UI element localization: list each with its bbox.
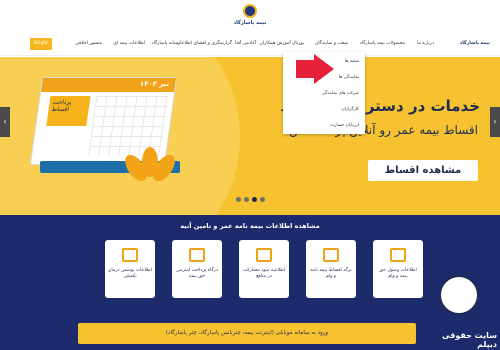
nav-item-academy[interactable]: آکادمی آفتا <box>235 41 256 46</box>
nav-item-products[interactable]: محصولات بیمه پاسارگاد <box>360 41 405 46</box>
nav-item-media[interactable]: رسانه پاسارگاد <box>152 41 180 46</box>
main-nav: بیمه پاسارگاد درباره ما محصولات بیمه پاس… <box>0 36 500 56</box>
slider-dot[interactable] <box>260 197 265 202</box>
logo-emblem-icon <box>243 4 257 18</box>
calendar-card: پرداخت اقساط <box>46 96 91 126</box>
dropdown-item-agency-companies[interactable]: شرکت های نمایندگی <box>322 91 359 96</box>
brand-logo[interactable]: بیمه پاسارگاد <box>233 4 267 34</box>
lotus-flower-icon <box>120 147 180 187</box>
dropdown-item-loss-adjusters[interactable]: ارزیابان خسارت <box>330 123 359 128</box>
nav-item-charter[interactable]: منشور اخلاقی <box>75 41 102 46</box>
watermark-logo-icon <box>439 275 479 315</box>
service-card-label: اطلاعیه سود مشارکت در منافع <box>242 268 286 279</box>
service-card[interactable]: اطلاعات وصول حق بیمه و وام <box>373 240 423 298</box>
nav-item-branches[interactable]: شعب و نمایندگان <box>315 41 348 46</box>
dropdown-item-agencies[interactable]: نمایندگی ها <box>339 75 359 80</box>
section-title: مشاهده اطلاعات بیمه نامه عمر و تامین آتی… <box>180 222 320 230</box>
slider-dot-active[interactable] <box>252 197 257 202</box>
service-card[interactable]: درگاه پرداخت اینترنتی حق بیمه <box>172 240 222 298</box>
slider-prev-button[interactable]: ‹ <box>0 107 10 137</box>
service-card-label: درگاه پرداخت اینترنتی حق بیمه <box>175 268 219 279</box>
view-installments-button[interactable]: مشاهده اقساط <box>368 160 478 181</box>
service-card[interactable]: اطلاعیه سود مشارکت در منافع <box>239 240 289 298</box>
mobile-login-banner[interactable]: ورود به سامانه موبایلی (اینترنت بیمه، چت… <box>78 323 416 344</box>
logo-text: بیمه پاسارگاد <box>233 20 267 26</box>
nav-item-insurance-info[interactable]: اطلاعات بیمه ای <box>113 41 145 46</box>
watermark-text: سایت حقوقی دیپلم <box>442 331 497 349</box>
calendar-month: تیر ۱۴۰۲ <box>139 80 170 88</box>
service-card[interactable]: اطلاعات پوشش درمان تکمیلی <box>105 240 155 298</box>
transfer-icon <box>122 248 138 262</box>
hero-slider: تیر ۱۴۰۲ پرداخت اقساط خدمات در دسترس هوش… <box>0 57 500 215</box>
payment-icon <box>189 248 205 262</box>
site-header: بیمه پاسارگاد بیمه پاسارگاد درباره ما مح… <box>0 0 500 57</box>
slider-dot[interactable] <box>236 197 241 202</box>
service-card-label: اطلاعات وصول حق بیمه و وام <box>379 268 417 279</box>
receipt-icon <box>390 248 406 262</box>
calendar-header: تیر ۱۴۰۲ <box>41 78 177 92</box>
nav-item-home[interactable]: بیمه پاسارگاد <box>460 41 490 46</box>
slider-next-button[interactable]: › <box>490 107 500 137</box>
dropdown-item-brokers[interactable]: کارگزاران <box>342 107 359 112</box>
slider-dot[interactable] <box>244 197 249 202</box>
document-icon <box>256 248 272 262</box>
service-card-label: برگه اقساط بیمه نامه و وام <box>310 268 352 279</box>
nav-item-about[interactable]: درباره ما <box>417 41 434 46</box>
sheet-icon <box>323 248 339 262</box>
nav-item-reports[interactable]: گزارشگری و افشای اطلاعات <box>176 41 232 46</box>
slider-dots <box>236 197 266 203</box>
nav-item-training[interactable]: پورتال آموزش همکاران <box>259 41 304 46</box>
watermark: سایت حقوقی دیپلم <box>425 275 497 349</box>
service-card[interactable]: برگه اقساط بیمه نامه و وام <box>306 240 356 298</box>
red-arrow-pointer-icon <box>296 54 334 84</box>
service-card-label: اطلاعات پوشش درمان تکمیلی <box>108 268 152 279</box>
dropdown-item-branches[interactable]: شعبه ها <box>345 59 359 64</box>
cta-button[interactable]: Bright <box>30 38 52 50</box>
